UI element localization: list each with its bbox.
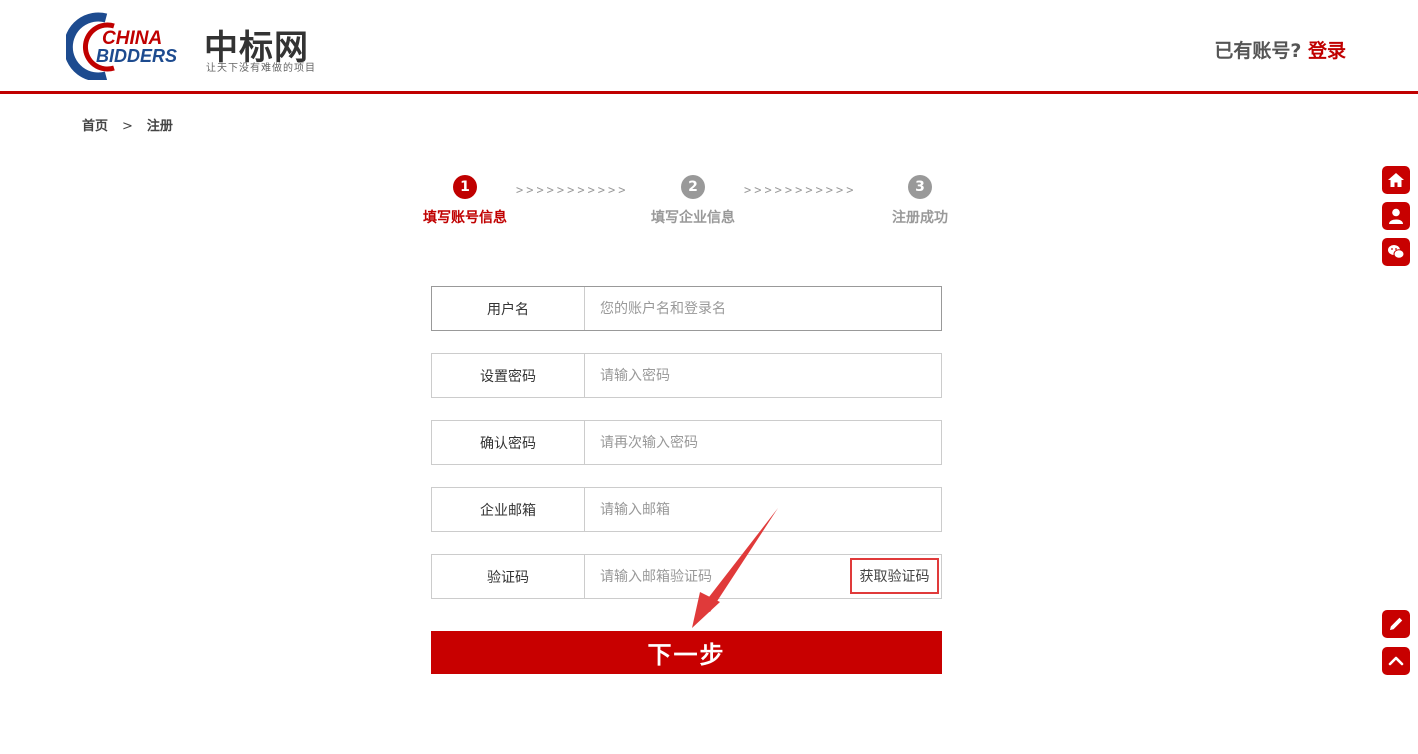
site-header: CHINA BIDDERS 中标网 让天下没有难做的项目 已有账号? 登录 [0,0,1418,94]
logo-line2: BIDDERS [96,46,177,66]
password-label: 设置密码 [432,354,585,397]
confirm-password-input[interactable] [585,421,941,464]
step-number: 2 [681,175,705,199]
side-edit-button[interactable] [1382,610,1410,638]
have-account-text: 已有账号? [1214,40,1302,62]
username-input[interactable] [585,287,941,330]
china-bidders-logo-icon: CHINA BIDDERS [66,12,177,80]
step-label: 填写企业信息 [651,210,735,226]
site-logo[interactable]: CHINA BIDDERS 中标网 让天下没有难做的项目 [66,12,336,82]
next-step-button[interactable]: 下一步 [431,631,942,674]
step-success: 3 注册成功 [850,172,990,227]
breadcrumb-separator: > [122,119,133,134]
side-home-button[interactable] [1382,166,1410,194]
step-arrows: >>>>>>>>>>> [516,183,629,197]
login-link[interactable]: 登录 [1308,40,1346,62]
password-row: 设置密码 [431,353,942,398]
register-form: 用户名 设置密码 确认密码 企业邮箱 验证码 获取验证码 [431,286,942,621]
email-row: 企业邮箱 [431,487,942,532]
side-user-button[interactable] [1382,202,1410,230]
email-input[interactable] [585,488,941,531]
confirm-password-label: 确认密码 [432,421,585,464]
side-wechat-button[interactable] [1382,238,1410,266]
home-icon [1388,173,1404,187]
step-account-info: 1 填写账号信息 [395,172,535,227]
step-label: 注册成功 [892,210,948,226]
verification-code-label: 验证码 [432,555,585,598]
wechat-icon [1388,245,1405,259]
username-label: 用户名 [432,287,585,330]
step-number: 1 [453,175,477,199]
header-login-prompt: 已有账号? 登录 [1214,36,1346,63]
step-label: 填写账号信息 [423,210,507,226]
email-label: 企业邮箱 [432,488,585,531]
password-input[interactable] [585,354,941,397]
registration-steps: 1 填写账号信息 >>>>>>>>>>> 2 填写企业信息 >>>>>>>>>>… [410,172,970,232]
edit-icon [1390,617,1403,630]
breadcrumb-current: 注册 [146,119,173,134]
chevron-up-icon [1388,656,1404,666]
user-icon [1389,208,1403,224]
breadcrumb: 首页 > 注册 [82,115,173,134]
step-number: 3 [908,175,932,199]
username-row: 用户名 [431,286,942,331]
breadcrumb-home[interactable]: 首页 [82,115,108,134]
verification-code-row: 验证码 获取验证码 [431,554,942,599]
step-arrows: >>>>>>>>>>> [744,183,857,197]
side-back-to-top-button[interactable] [1382,647,1410,675]
get-code-button[interactable]: 获取验证码 [850,558,939,594]
logo-slogan: 让天下没有难做的项目 [206,63,316,74]
confirm-password-row: 确认密码 [431,420,942,465]
step-company-info: 2 填写企业信息 [623,172,763,227]
